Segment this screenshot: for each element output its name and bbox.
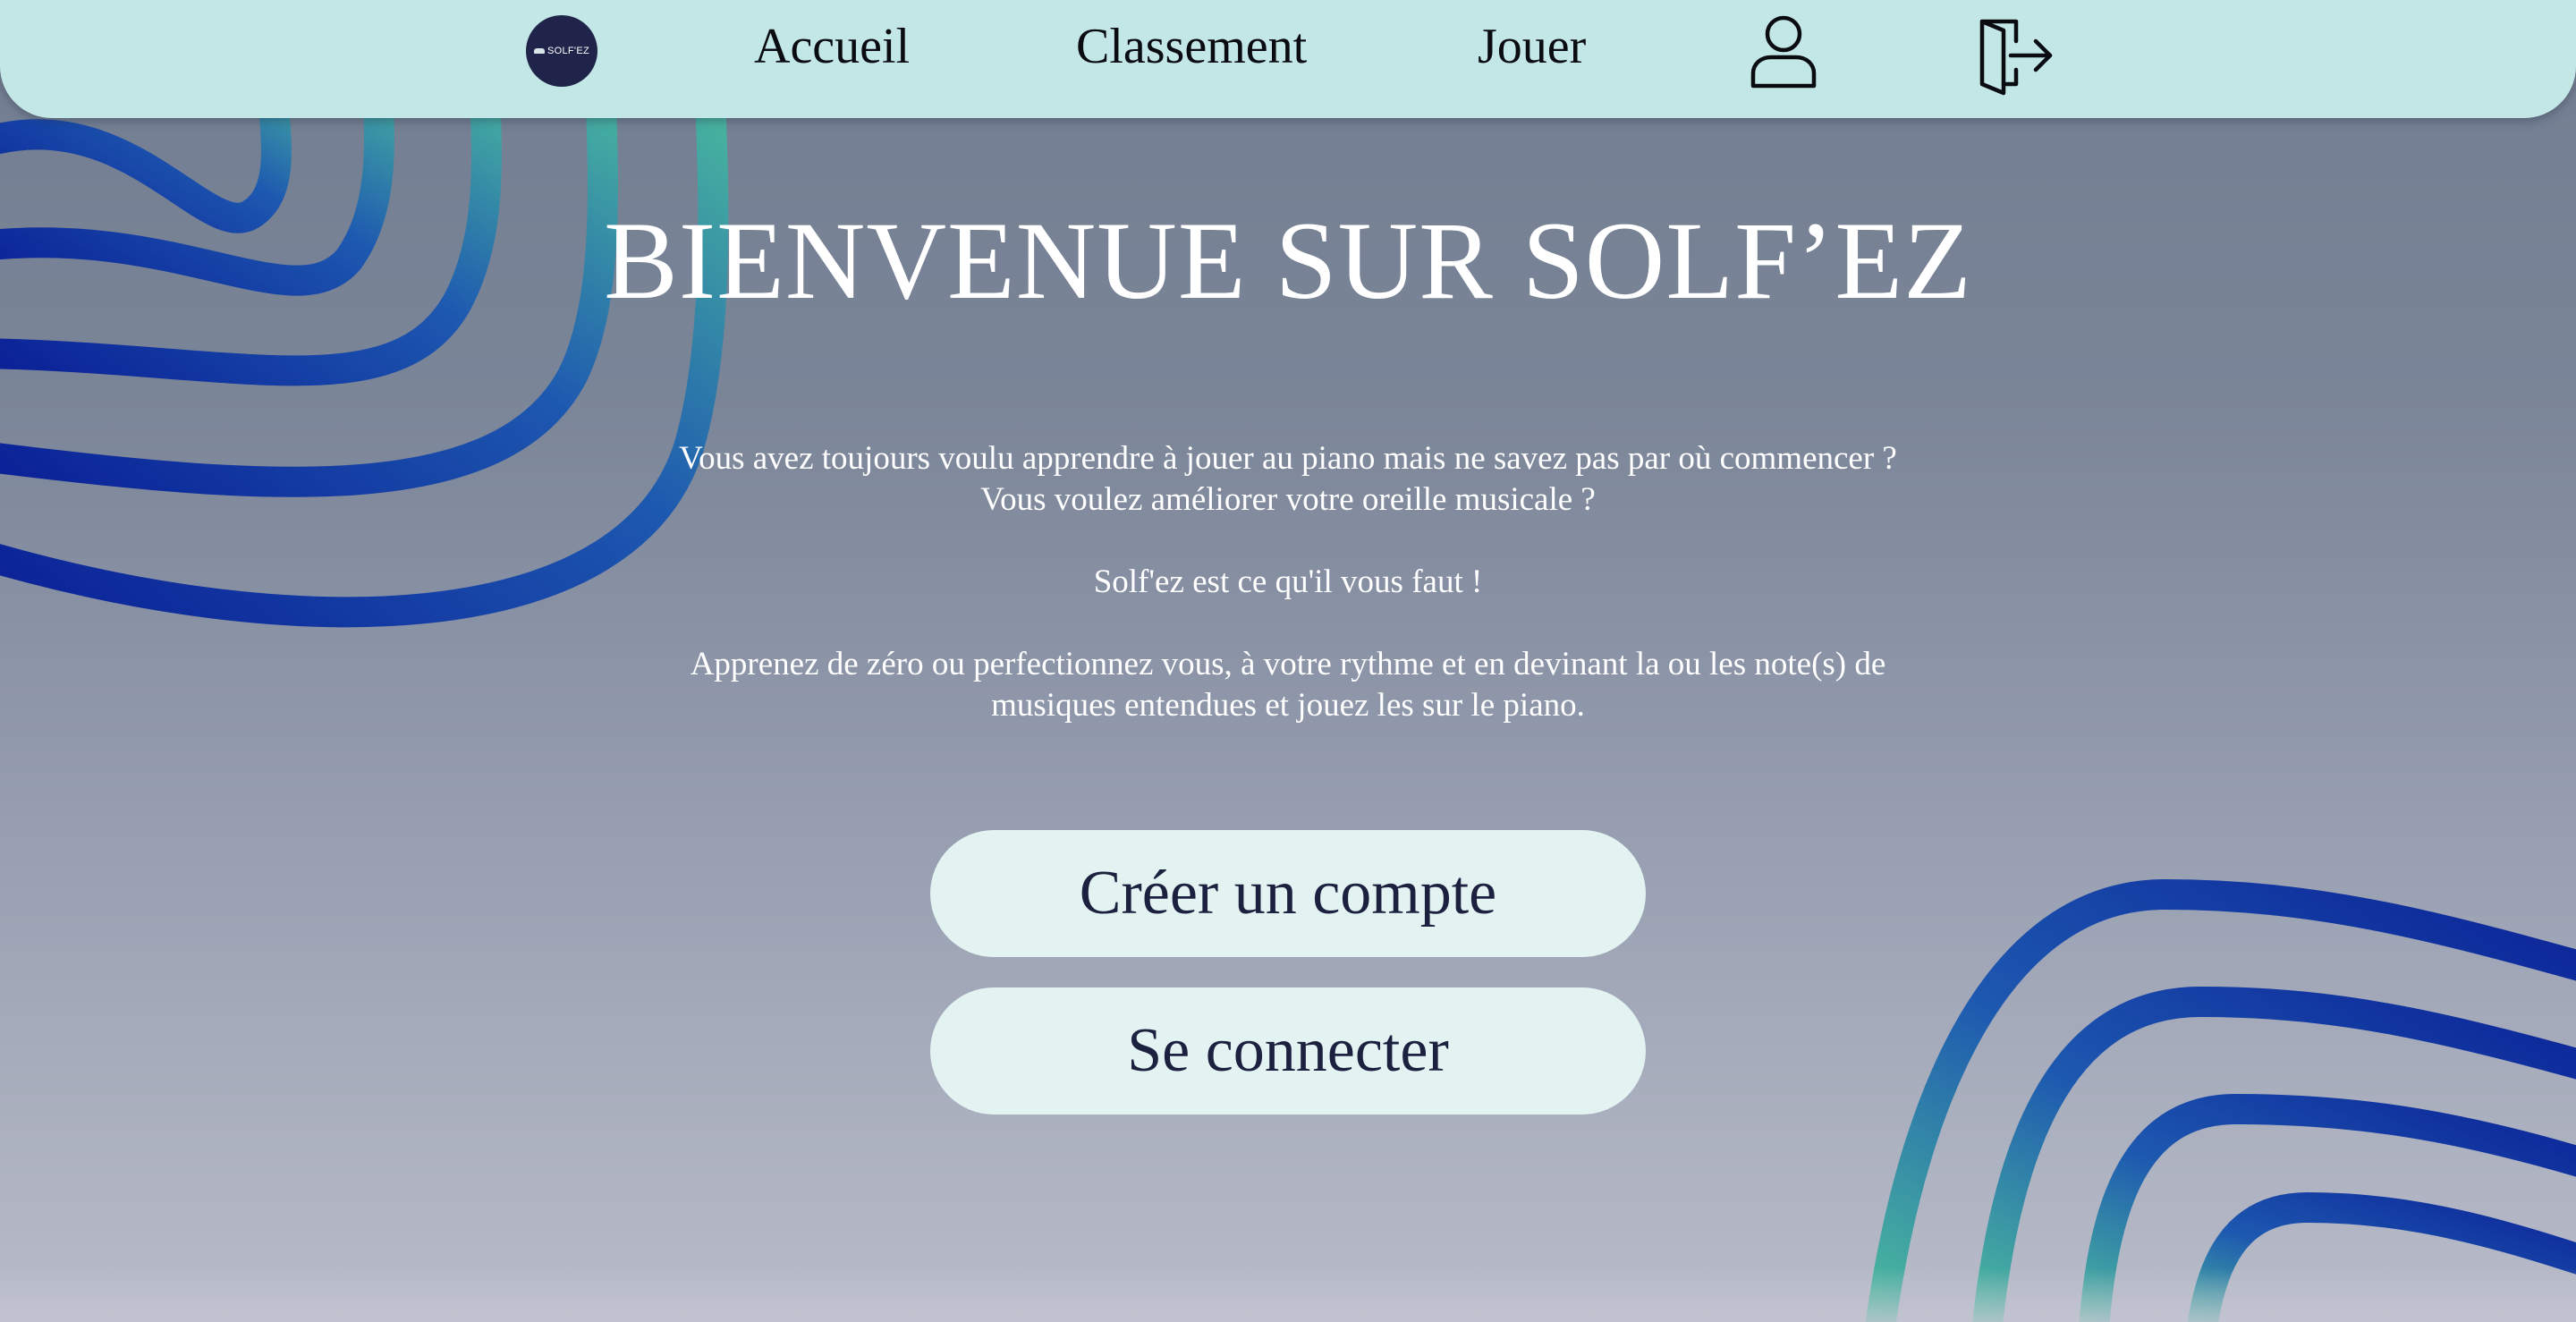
intro-line: musiques entendues et jouez les sur le p… <box>991 687 1585 724</box>
logo-piano-icon <box>534 48 545 54</box>
intro-line: Solf'ez est ce qu'il vous faut ! <box>1093 564 1483 600</box>
decorative-swirl-bottom-right <box>1865 878 2576 1322</box>
nav-link-jouer[interactable]: Jouer <box>1478 13 1586 81</box>
page-title: BIENVENUE SUR SOLF’EZ <box>604 199 1972 322</box>
nav-link-accueil[interactable]: Accueil <box>754 13 910 81</box>
intro-line: Vous avez toujours voulu apprendre à jou… <box>679 440 1897 477</box>
solfez-logo[interactable]: SOLF'EZ <box>526 15 597 87</box>
logout-icon[interactable] <box>1975 16 2054 97</box>
intro-line: Vous voulez améliorer votre oreille musi… <box>980 481 1596 518</box>
intro-text: Vous avez toujours voulu apprendre à jou… <box>572 438 2004 726</box>
nav-link-classement[interactable]: Classement <box>1076 13 1307 81</box>
create-account-button[interactable]: Créer un compte <box>930 830 1646 957</box>
login-button[interactable]: Se connecter <box>930 987 1646 1114</box>
intro-line: Apprenez de zéro ou perfectionnez vous, … <box>690 646 1886 682</box>
bottom-fade-overlay <box>0 1268 2576 1322</box>
user-icon[interactable] <box>1750 14 1818 89</box>
top-navbar: SOLF'EZ Accueil Classement Jouer <box>0 0 2576 118</box>
logo-text: SOLF'EZ <box>547 46 589 56</box>
